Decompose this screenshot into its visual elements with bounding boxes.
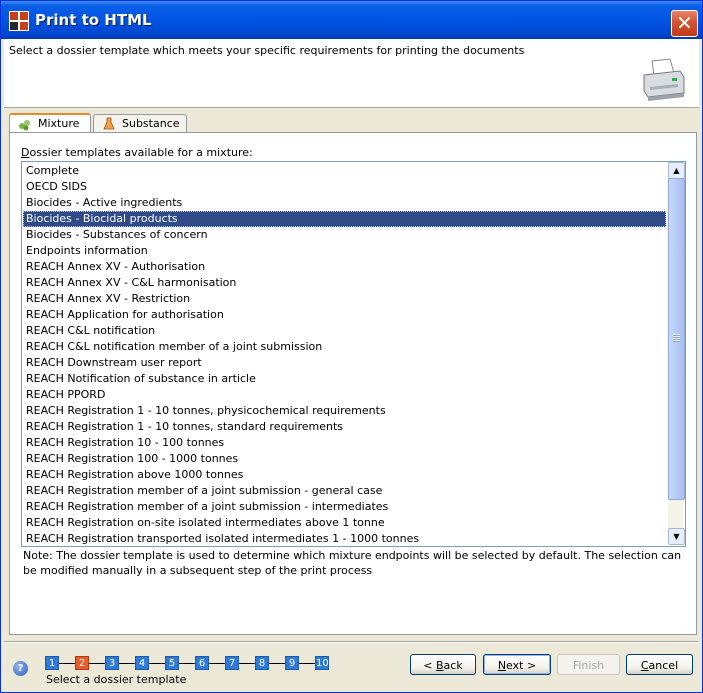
wizard-step-connector	[269, 663, 285, 664]
next-mnemonic: N	[497, 659, 507, 672]
back-button[interactable]: < Back	[410, 654, 476, 675]
arrow-down-icon: ▼	[673, 532, 680, 541]
scroll-up-button[interactable]: ▲	[668, 162, 685, 179]
finish-button[interactable]: Finish	[557, 654, 620, 675]
wizard-step-1: 1	[45, 656, 59, 670]
list-item[interactable]: REACH Registration 1 - 10 tonnes, standa…	[23, 419, 666, 435]
tab-substance[interactable]: Substance	[93, 114, 187, 132]
wizard-step-2: 2	[75, 656, 89, 670]
list-item[interactable]: REACH C&L notification	[23, 323, 666, 339]
tab-substance-label: Substance	[122, 117, 180, 130]
arrow-up-icon: ▲	[673, 166, 680, 175]
wizard-step-connector	[299, 663, 315, 664]
list-item[interactable]: Biocides - Active ingredients	[23, 195, 666, 211]
back-prefix: <	[423, 659, 436, 672]
scroll-down-button[interactable]: ▼	[668, 528, 685, 545]
substance-icon	[103, 117, 115, 130]
window-title: Print to HTML	[35, 11, 152, 29]
list-item[interactable]: Complete	[23, 163, 666, 179]
help-icon[interactable]: ?	[13, 661, 28, 676]
list-item[interactable]: REACH Annex XV - Authorisation	[23, 259, 666, 275]
wizard-step-4: 4	[135, 656, 149, 670]
note-text: Note: The dossier template is used to de…	[23, 549, 682, 577]
grip-icon	[673, 334, 680, 342]
list-item[interactable]: Biocides - Substances of concern	[23, 227, 666, 243]
wizard-step-6: 6	[195, 656, 209, 670]
wizard-step-connector	[179, 663, 195, 664]
list-item[interactable]: REACH PPORD	[23, 387, 666, 403]
footer-divider	[4, 641, 699, 643]
list-item[interactable]: REACH C&L notification member of a joint…	[23, 339, 666, 355]
list-item[interactable]: Endpoints information	[23, 243, 666, 259]
list-item[interactable]: REACH Notification of substance in artic…	[23, 371, 666, 387]
list-item[interactable]: REACH Registration transported isolated …	[23, 531, 666, 546]
list-item[interactable]: REACH Downstream user report	[23, 355, 666, 371]
wizard-step-connector	[59, 663, 75, 664]
close-icon: ✕	[676, 11, 693, 35]
list-label: Dossier templates available for a mixtur…	[21, 146, 253, 159]
wizard-step-connector	[89, 663, 105, 664]
wizard-step-10: 10	[315, 656, 329, 670]
next-label: ext >	[506, 659, 537, 672]
header-panel: Select a dossier template which meets yo…	[4, 39, 699, 108]
finish-label: Finish	[572, 659, 605, 672]
step-caption: Select a dossier template	[46, 673, 187, 686]
app-logo-icon	[9, 11, 29, 31]
back-mnemonic: B	[436, 659, 444, 672]
cancel-mnemonic: C	[640, 659, 649, 672]
back-label: ack	[443, 659, 463, 672]
scroll-thumb[interactable]	[668, 178, 685, 500]
header-description: Select a dossier template which meets yo…	[9, 44, 525, 57]
close-button[interactable]: ✕	[671, 10, 698, 37]
list-item[interactable]: REACH Annex XV - Restriction	[23, 291, 666, 307]
title-bar[interactable]: Print to HTML ✕	[1, 1, 702, 39]
list-item[interactable]: REACH Registration above 1000 tonnes	[23, 467, 666, 483]
wizard-step-connector	[209, 663, 225, 664]
list-item[interactable]: REACH Registration on-site isolated inte…	[23, 515, 666, 531]
wizard-step-connector	[239, 663, 255, 664]
wizard-step-connector	[119, 663, 135, 664]
wizard-step-8: 8	[255, 656, 269, 670]
mixture-icon	[19, 120, 30, 131]
wizard-step-9: 9	[285, 656, 299, 670]
list-label-text: ossier templates available for a mixture…	[29, 146, 253, 159]
print-dialog: Print to HTML ✕ Select a dossier templat…	[0, 0, 703, 693]
list-item[interactable]: REACH Annex XV - C&L harmonisation	[23, 275, 666, 291]
printer-icon	[643, 58, 685, 101]
wizard-step-5: 5	[165, 656, 179, 670]
list-item[interactable]: REACH Registration member of a joint sub…	[23, 483, 666, 499]
vertical-scrollbar[interactable]: ▲ ▼	[668, 162, 685, 545]
cancel-label: ancel	[648, 659, 679, 672]
list-item[interactable]: REACH Registration 1 - 10 tonnes, physic…	[23, 403, 666, 419]
list-item[interactable]: REACH Registration 10 - 100 tonnes	[23, 435, 666, 451]
template-listbox[interactable]: Complete OECD SIDS Biocides - Active ingre…	[21, 161, 686, 547]
wizard-step-7: 7	[225, 656, 239, 670]
tab-mixture[interactable]: Mixture	[9, 113, 91, 133]
list-item[interactable]: Biocides - Biocidal products	[23, 211, 666, 227]
next-button[interactable]: Next >	[483, 654, 551, 675]
tab-mixture-label: Mixture	[38, 117, 80, 130]
wizard-step-connector	[149, 663, 165, 664]
template-list: Complete OECD SIDS Biocides - Active ingre…	[23, 163, 666, 546]
list-item[interactable]: OECD SIDS	[23, 179, 666, 195]
cancel-button[interactable]: Cancel	[626, 654, 693, 675]
list-item[interactable]: REACH Application for authorisation	[23, 307, 666, 323]
list-item[interactable]: REACH Registration member of a joint sub…	[23, 499, 666, 515]
list-item[interactable]: REACH Registration 100 - 1000 tonnes	[23, 451, 666, 467]
wizard-step-3: 3	[105, 656, 119, 670]
